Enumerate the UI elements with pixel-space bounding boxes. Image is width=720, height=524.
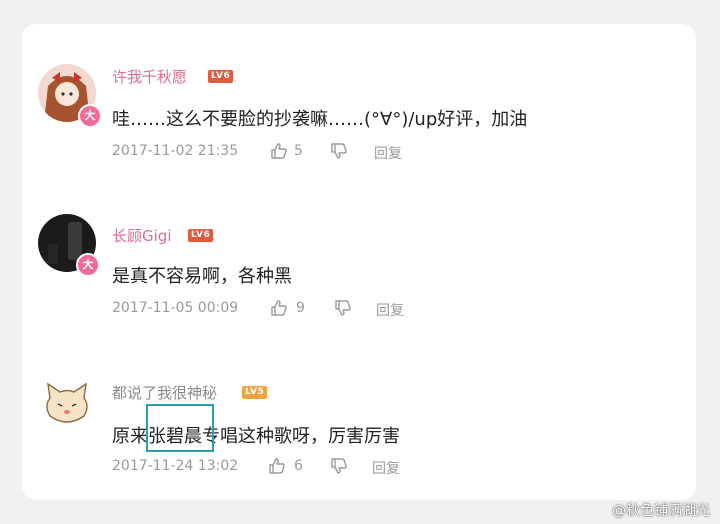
thumbs-up-icon[interactable] — [270, 299, 288, 317]
like-count: 9 — [296, 300, 305, 316]
level-badge: LV6 — [188, 229, 214, 242]
comment-text: 哇……这么不要脸的抄袭嘛……(°∀°)/up好评，加油 — [112, 109, 528, 130]
thumbs-down-icon[interactable] — [330, 142, 348, 160]
comment-time: 2017-11-05 00:09 — [112, 300, 239, 316]
verified-badge: 大 — [78, 104, 102, 128]
comment-time: 2017-11-24 13:02 — [112, 458, 239, 474]
reply-button[interactable]: 回复 — [374, 143, 402, 163]
like-count: 6 — [294, 458, 303, 474]
avatar[interactable] — [38, 374, 96, 432]
username[interactable]: 许我千秋愿 — [112, 66, 187, 87]
comment-list: 大 许我千秋愿 LV6 哇……这么不要脸的抄袭嘛……(°∀°)/up好评，加油 … — [22, 24, 696, 500]
thumbs-up-icon[interactable] — [268, 457, 286, 475]
username[interactable]: 都说了我很神秘 — [112, 382, 217, 403]
thumbs-down-icon[interactable] — [334, 299, 352, 317]
level-badge: LV6 — [208, 70, 234, 83]
comment-text: 是真不容易啊，各种黑 — [112, 266, 292, 287]
username[interactable]: 长顾Gigi — [112, 225, 171, 246]
like-count: 5 — [294, 143, 303, 159]
thumbs-up-icon[interactable] — [270, 142, 288, 160]
level-badge: LV5 — [242, 386, 268, 399]
watermark: @秋色铺满湖光 — [612, 503, 710, 519]
highlight-box — [146, 404, 214, 452]
thumbs-down-icon[interactable] — [330, 457, 348, 475]
reply-button[interactable]: 回复 — [372, 458, 400, 478]
comment-time: 2017-11-02 21:35 — [112, 143, 239, 159]
reply-button[interactable]: 回复 — [376, 300, 404, 320]
verified-badge: 大 — [76, 253, 100, 277]
